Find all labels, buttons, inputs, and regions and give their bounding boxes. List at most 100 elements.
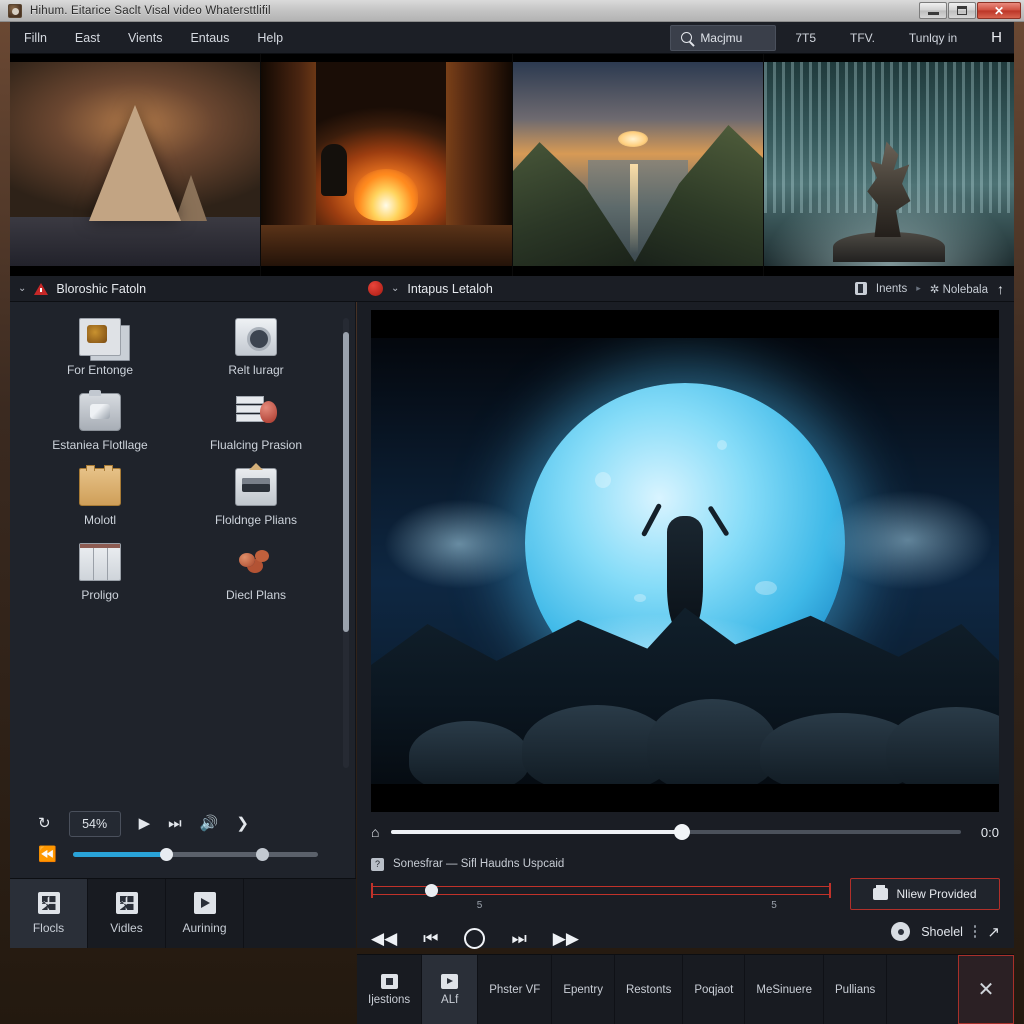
maximize-button[interactable] (948, 2, 976, 19)
menu-item-file[interactable]: Filln (10, 22, 61, 54)
bottom-tab-pullians[interactable]: Pullians (824, 955, 888, 1024)
video-preview[interactable] (371, 310, 999, 812)
prev-frame-button[interactable]: ⏮ (423, 930, 438, 947)
view-provided-button[interactable]: Nliew Provided (850, 878, 1000, 910)
chevron-right-icon[interactable]: ❯ (236, 816, 249, 831)
sidebar-tab-aurining[interactable]: Aurining (166, 879, 244, 948)
thumbnail-campfire[interactable] (261, 54, 512, 276)
thumbnail-rocky-spire[interactable] (10, 54, 261, 276)
alert-badge-icon[interactable] (368, 281, 383, 296)
slider-handle-left[interactable] (159, 847, 173, 861)
time-label: 0:0 (980, 824, 999, 840)
timeline-tick-0: 5 (476, 900, 483, 911)
play-icon (193, 892, 216, 914)
sidebar-item-relt-luragr[interactable]: Relt luragr (178, 318, 334, 377)
collapse-up-icon[interactable]: ↑ (997, 281, 1004, 297)
main-panel: ⌂ 0:0 ? Sonesfrar — Sifl Haudns Uspcaid … (357, 302, 1014, 949)
warning-triangle-icon (34, 282, 49, 295)
letterbox-bottom (371, 784, 999, 812)
panel-header-right-title: Intapus Letaloh (407, 281, 493, 296)
sidebar-tab-vidles[interactable]: Vidles (88, 879, 166, 948)
playhead-knob[interactable] (673, 824, 690, 840)
bottom-close-button[interactable]: ✕ (958, 955, 1014, 1024)
square-icon (380, 973, 398, 989)
menu-item-help[interactable]: Help (243, 22, 297, 54)
sidebar-scrollbar[interactable] (343, 318, 349, 768)
shoelel-label[interactable]: Shoelel (921, 925, 963, 939)
bottom-tab-label: Poqjaot (694, 983, 734, 996)
bottom-tab-label: Restonts (625, 983, 672, 996)
sidebar-scrollbar-thumb[interactable] (343, 332, 349, 632)
bottom-tab-restonts[interactable]: Restonts (615, 955, 684, 1024)
thumbnail-fjord-sunset[interactable] (512, 54, 763, 276)
nolebala-label[interactable]: ✲ Nolebala (930, 282, 988, 296)
bottom-tab-poqjaot[interactable]: Poqjaot (683, 955, 746, 1024)
window-controls: ✕ (919, 2, 1021, 19)
rewind-button[interactable]: ◀◀ (371, 930, 397, 947)
skip-next-icon[interactable]: ⏭ (168, 816, 182, 831)
sidebar-item-flualcing-prasion[interactable]: Flualcing Prasion (178, 393, 334, 452)
timeline-tick-1: 5 (771, 900, 777, 911)
panel-header-far-controls: Inents ▸ ✲ Nolebala ↑ (854, 281, 1014, 297)
window-title: Hihum. Eitarice Saclt Visal video Whater… (30, 4, 271, 17)
search-input[interactable]: Macjmu (670, 24, 777, 51)
columns-icon (79, 543, 121, 581)
record-button[interactable] (464, 927, 486, 949)
chevron-down-icon[interactable]: ⌄ (18, 283, 26, 294)
sidebar-item-proligo[interactable]: Proligo (22, 543, 178, 602)
sidebar-item-estaniea-flotllage[interactable]: Estaniea Flotllage (22, 390, 178, 452)
bottom-tab-phster-vf[interactable]: Phster VF (478, 955, 553, 1024)
panel-header-right[interactable]: ⌄ Intapus Letaloh Inents ▸ ✲ Nolebala ↑ (356, 281, 1014, 297)
disc-small-icon[interactable] (891, 922, 911, 941)
timeline-knob[interactable] (424, 884, 438, 897)
sidebar-item-label: Flualcing Prasion (209, 438, 303, 452)
red-timeline[interactable]: 5 5 (371, 880, 831, 914)
expand-icon[interactable]: ↗ (987, 923, 1000, 941)
view-provided-label: Nliew Provided (896, 887, 977, 901)
minimize-button[interactable] (919, 2, 947, 19)
menu-right-item-0[interactable]: 7T5 (778, 22, 833, 54)
rewind-icon[interactable]: ⏪ (38, 847, 57, 862)
bottom-tab-label: ALf (441, 993, 459, 1006)
slider-handle-right[interactable] (255, 847, 269, 861)
forward-button[interactable]: ▶▶ (553, 930, 579, 947)
zoom-percent-field[interactable]: 54% (68, 810, 121, 837)
maximize-icon (957, 6, 967, 15)
sidebar-item-diecl-plans[interactable]: Diecl Plans (178, 543, 334, 602)
inents-label[interactable]: Inents (876, 283, 907, 295)
bottom-tab-ijestions[interactable]: Ijestions (357, 955, 423, 1024)
chevron-down-icon-right[interactable]: ⌄ (391, 283, 399, 294)
sidebar-tab-flocls[interactable]: Flocls (10, 879, 88, 948)
sidebar-item-label: Estaniea Flotllage (52, 438, 148, 452)
bottom-tab-label: Pullians (835, 983, 876, 996)
bottom-tab-mesinuere[interactable]: MeSinuere (745, 955, 824, 1024)
thumbnail-waterfall-creature[interactable] (763, 54, 1014, 276)
status-text: Sonesfrar — Sifl Haudns Uspcaid (393, 858, 565, 870)
refresh-icon[interactable]: ↻ (38, 816, 51, 831)
menu-right-item-2[interactable]: Tunlqy in (892, 22, 974, 54)
close-button[interactable]: ✕ (977, 2, 1021, 19)
bottom-tab-alf[interactable]: ALf (422, 955, 479, 1024)
next-frame-button[interactable]: ⏭ (511, 930, 526, 947)
home-icon[interactable]: ⌂ (371, 824, 379, 840)
video-scene-moonlit-figure (371, 338, 999, 784)
search-value: Macjmu (700, 30, 743, 45)
sidebar-item-for-entonge[interactable]: For Entonge (22, 318, 178, 377)
sidebar-range-slider[interactable] (72, 847, 318, 861)
sidebar-item-floldnge-plians[interactable]: Floldnge Plians (178, 463, 334, 527)
menu-right-glyph-icon[interactable]: H (974, 22, 1014, 54)
playhead-slider[interactable] (391, 824, 961, 840)
kebab-menu-icon[interactable] (973, 925, 977, 938)
menu-item-view[interactable]: Vients (114, 22, 177, 54)
application-window: Hihum. Eitarice Saclt Visal video Whater… (0, 0, 1024, 1024)
bottom-tab-epentry[interactable]: Epentry (552, 955, 615, 1024)
sidebar-item-molotl[interactable]: Molotl (22, 465, 178, 527)
menu-item-extras[interactable]: Entaus (176, 22, 243, 54)
panel-header-left[interactable]: ⌄ Bloroshic Fatoln (10, 282, 356, 296)
menu-right-item-1[interactable]: TFV. (833, 22, 892, 54)
sidebar-icon-grid: For Entonge Relt luragr Estaniea Flotlla… (10, 310, 346, 610)
play-icon[interactable]: ▶ (139, 816, 151, 831)
volume-icon[interactable]: 🔊 (200, 816, 219, 831)
left-sidebar: For Entonge Relt luragr Estaniea Flotlla… (10, 302, 356, 948)
menu-item-edit[interactable]: East (61, 22, 114, 54)
